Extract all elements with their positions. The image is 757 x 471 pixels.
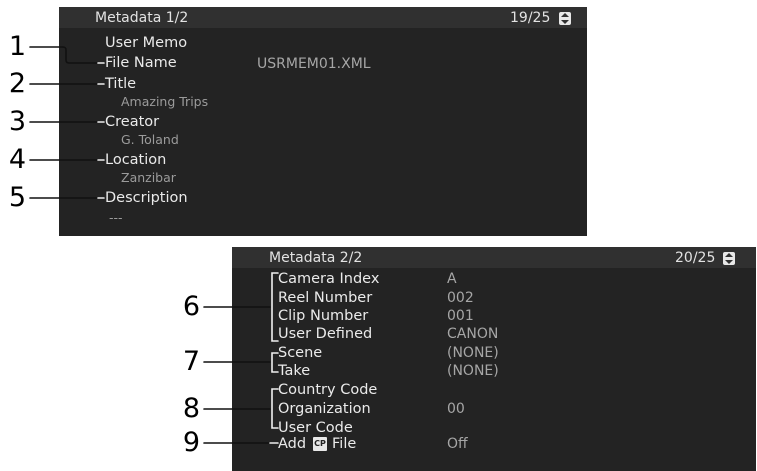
callout-9: 9 xyxy=(182,427,200,458)
callout-5: 5 xyxy=(8,182,26,213)
bracket-8 xyxy=(271,388,279,429)
bracket-6 xyxy=(271,272,279,342)
callout-7: 7 xyxy=(182,346,200,377)
callout-4: 4 xyxy=(8,144,26,175)
callout-lines xyxy=(29,46,279,444)
leader-hook-1 xyxy=(62,46,105,64)
callout-2: 2 xyxy=(8,68,26,99)
callout-8: 8 xyxy=(182,393,200,424)
callout-6: 6 xyxy=(182,291,200,322)
callout-1: 1 xyxy=(8,31,26,62)
callout-3: 3 xyxy=(8,106,26,137)
bracket-7 xyxy=(271,352,279,373)
